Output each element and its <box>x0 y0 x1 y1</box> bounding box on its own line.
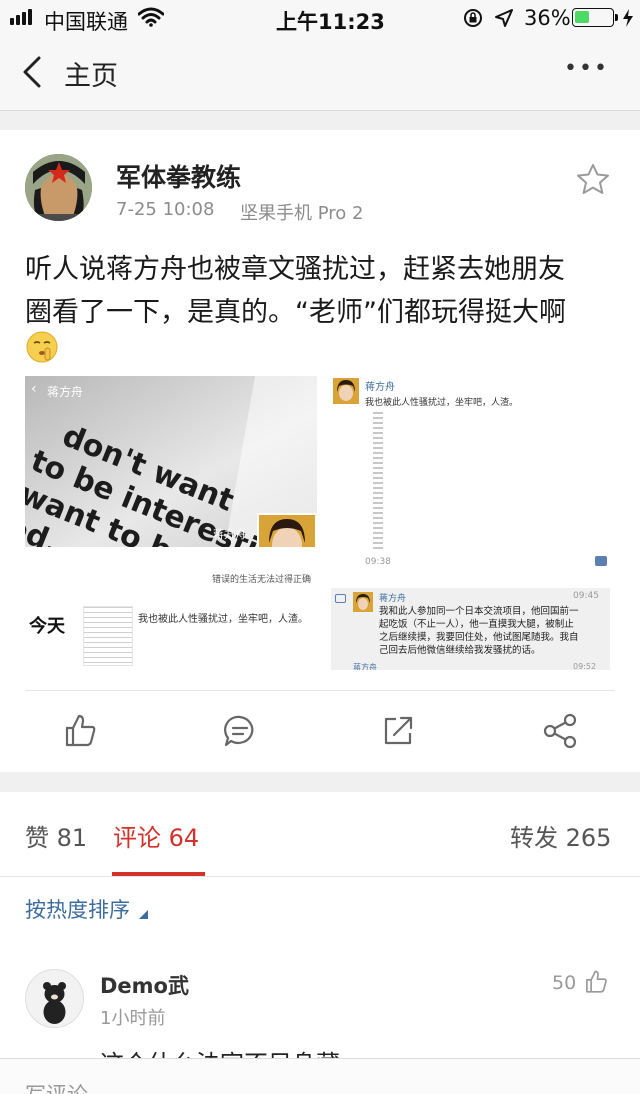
comment-like-count: 50 <box>552 972 577 994</box>
shush-emoji-icon <box>26 331 58 363</box>
img1-profile-photo <box>257 513 317 547</box>
post-device: 坚果手机 Pro 2 <box>240 203 364 224</box>
img4-next-time: 09:52 <box>573 662 597 670</box>
rotation-lock-icon <box>464 9 482 27</box>
commenter-avatar[interactable] <box>25 969 84 1028</box>
post-text-line-1: 听人说蒋方舟也被章文骚扰过，赶紧去她朋友 <box>25 254 565 285</box>
comment-input-placeholder[interactable]: 写评论... <box>25 1079 108 1094</box>
charging-icon <box>623 9 633 27</box>
author-avatar[interactable] <box>25 154 92 221</box>
battery-percent: 36% <box>524 6 571 30</box>
img4-name: 蒋方舟 <box>379 594 407 604</box>
post-image-3[interactable]: 今天 我也被此人性骚扰过，坐牢吧，人渣。 <box>25 590 317 670</box>
location-icon <box>495 9 513 27</box>
sort-label: 按热度排序 <box>25 898 130 922</box>
img2-vertical-text <box>373 412 383 550</box>
img4-time: 09:45 <box>573 591 599 601</box>
divider <box>0 876 640 877</box>
img4-comment-icon <box>335 594 346 603</box>
sort-dropdown[interactable]: 按热度排序 <box>25 894 149 924</box>
back-chevron-icon: ‹ <box>31 381 37 397</box>
post-time: 7-25 10:08 <box>116 199 215 220</box>
bear-icon <box>26 970 83 1027</box>
img1-small-name: 蒋方舟 <box>213 528 246 541</box>
nav-bar: 主页 ••• <box>0 36 640 111</box>
commenter-name[interactable]: Demo武 <box>100 970 189 1000</box>
comment-bubble-icon[interactable] <box>220 711 260 751</box>
tab-likes[interactable]: 赞 81 <box>25 818 87 853</box>
post-image-1[interactable]: ‹ 蒋方舟 don't want to be interesting I wan… <box>25 376 317 547</box>
more-button[interactable]: ••• <box>564 56 609 81</box>
comment-time: 1小时前 <box>100 1008 166 1029</box>
wifi-icon <box>138 7 164 27</box>
repost-icon[interactable] <box>378 711 418 751</box>
back-chevron-icon <box>23 56 41 88</box>
img2-message: 我也被此人性骚扰过，坐牢吧，人渣。 <box>365 398 519 408</box>
back-button[interactable]: 主页 <box>18 50 138 94</box>
img2-avatar <box>333 378 359 404</box>
post-text: 听人说蒋方舟也被章文骚扰过，赶紧去她朋友 圈看了一下，是真的。“老师”们都玩得挺… <box>25 248 625 334</box>
section-divider <box>0 111 640 130</box>
img3-today: 今天 <box>29 616 65 637</box>
tab-comments[interactable]: 评论 64 <box>113 818 199 853</box>
clock: 上午11:23 <box>276 10 385 34</box>
carrier-label: 中国联通 <box>44 10 128 34</box>
img2-comment-icon <box>595 556 607 566</box>
like-thumb-icon[interactable] <box>60 711 100 751</box>
favorite-star-icon[interactable] <box>576 163 610 195</box>
post-image-2[interactable]: 蒋方舟 我也被此人性骚扰过，坐牢吧，人渣。 09:38 <box>331 376 610 572</box>
section-divider <box>0 772 640 792</box>
img3-thumbnail <box>83 606 133 666</box>
img2-name: 蒋方舟 <box>365 382 395 393</box>
img2-time: 09:38 <box>365 557 391 567</box>
share-icon[interactable] <box>540 711 580 751</box>
battery-icon <box>572 8 614 27</box>
img3-message: 我也被此人性骚扰过，坐牢吧，人渣。 <box>138 614 308 625</box>
img1-back-name: 蒋方舟 <box>47 385 84 399</box>
sort-caret-icon <box>139 910 149 919</box>
signal-icon <box>10 0 40 36</box>
img4-avatar <box>353 592 373 612</box>
comment-like-icon[interactable] <box>582 968 610 996</box>
status-bar: 中国联通 上午11:23 36% <box>0 0 640 36</box>
post-image-4[interactable]: 蒋方舟 09:45 我和此人参加同一个日本交流项目，他回国前一 起吃饭（不止一人… <box>331 588 610 670</box>
comment-input-bar[interactable]: 写评论... <box>0 1058 640 1094</box>
back-label: 主页 <box>64 61 118 92</box>
author-name[interactable]: 军体拳教练 <box>116 158 241 194</box>
img1-caption: 错误的生活无法过得正确 <box>212 575 312 585</box>
img4-next-name: 蒋方舟 <box>353 663 377 670</box>
divider <box>25 690 615 691</box>
img4-message: 我和此人参加同一个日本交流项目，他回国前一 起吃饭（不止一人），他一直摸我大腿，… <box>379 606 579 656</box>
tab-reposts[interactable]: 转发 265 <box>510 818 611 853</box>
post-text-line-2: 圈看了一下，是真的。“老师”们都玩得挺大啊 <box>25 297 566 328</box>
